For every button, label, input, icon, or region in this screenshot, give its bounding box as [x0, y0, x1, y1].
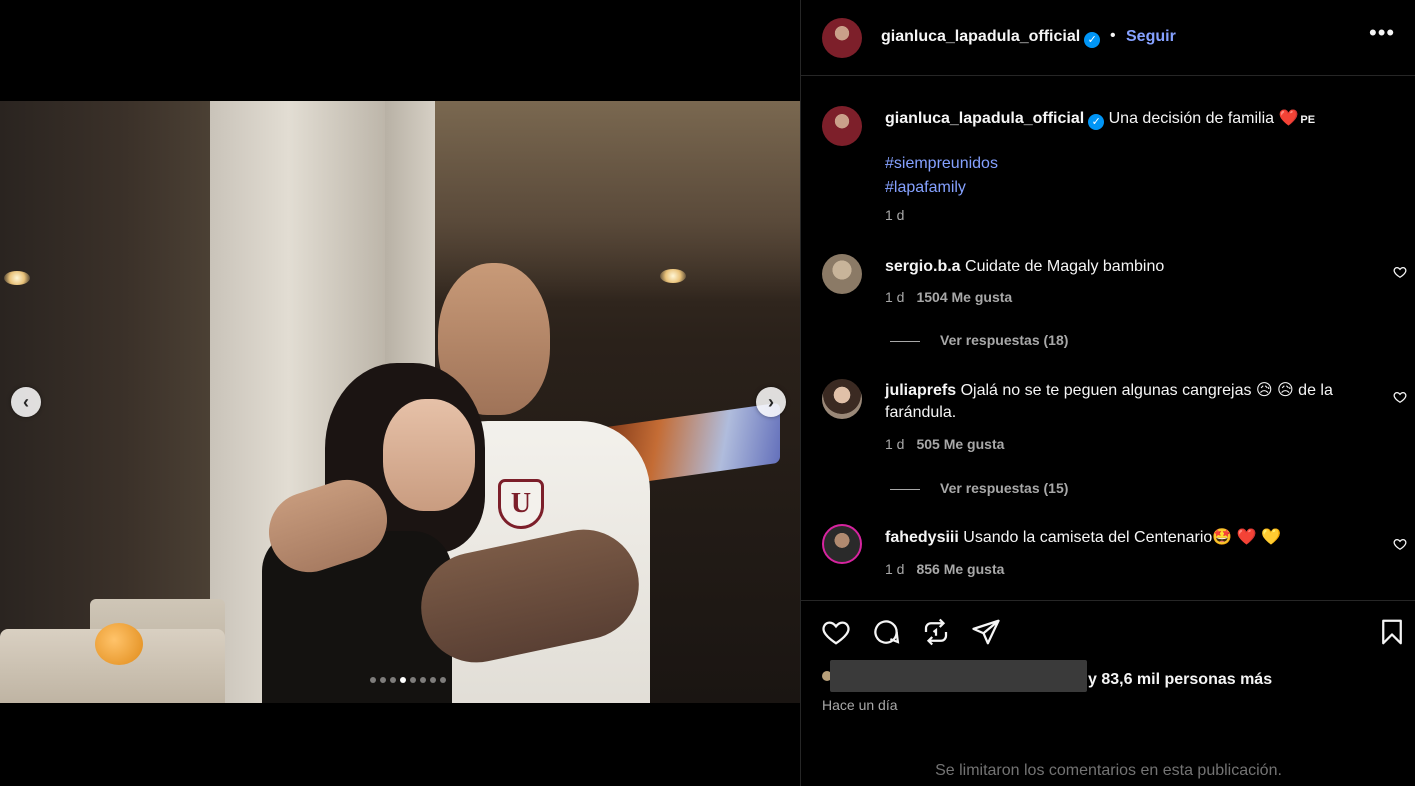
comment-time: 1 d: [885, 561, 905, 577]
comments-limited-notice: Se limitaron los comentarios en esta pub…: [935, 762, 1282, 779]
verified-icon: ✓: [1088, 114, 1105, 130]
avatar[interactable]: [822, 379, 862, 419]
post-header: gianluca_lapadula_official ✓ • Seguir •••: [801, 0, 1415, 76]
action-bar: [801, 600, 1415, 786]
comment-text: fahedysiii Usando la camiseta del Centen…: [885, 527, 1365, 549]
carousel-next-button[interactable]: ›: [756, 387, 786, 417]
photo-lamp: [4, 271, 30, 285]
avatar[interactable]: [822, 524, 862, 564]
share-icon[interactable]: [971, 617, 1003, 649]
carousel-dot: [370, 677, 376, 683]
heart-emoji: ❤️: [1278, 110, 1299, 127]
comment-likes[interactable]: 1504 Me gusta: [916, 289, 1012, 305]
heart-icon[interactable]: [1393, 265, 1407, 282]
header-username[interactable]: gianluca_lapadula_official ✓: [881, 28, 1101, 48]
comment-username[interactable]: juliaprefs: [885, 382, 956, 399]
replies-line: [890, 340, 920, 342]
avatar[interactable]: [822, 254, 862, 294]
caption-text: Una decisión de familia: [1108, 110, 1275, 127]
photo-balloon: [95, 623, 143, 665]
carousel-dot: [380, 677, 386, 683]
comment-text: juliaprefs Ojalá no se te peguen algunas…: [885, 380, 1365, 424]
carousel-dot: [440, 677, 446, 683]
comment-likes[interactable]: 856 Me gusta: [916, 561, 1004, 577]
comment-icon[interactable]: [871, 617, 903, 649]
comment-time: 1 d: [885, 436, 905, 452]
comment-time: 1 d: [885, 289, 905, 305]
comment-meta: 1 d 1504 Me gusta: [885, 289, 1012, 305]
hashtag-link[interactable]: #lapafamily: [885, 176, 998, 200]
carousel-dot: [430, 677, 436, 683]
replies-line: [890, 488, 920, 490]
carousel-dot: [390, 677, 396, 683]
heart-icon[interactable]: [821, 617, 853, 649]
comment-body: Cuidate de Magaly bambino: [965, 258, 1165, 275]
comment-meta: 1 d 856 Me gusta: [885, 561, 1004, 577]
hashtag-link[interactable]: #siempreunidos: [885, 152, 998, 176]
view-replies-button[interactable]: Ver respuestas (15): [890, 480, 1068, 496]
comment-likes[interactable]: 505 Me gusta: [916, 436, 1004, 452]
flag-peru: PE: [1300, 114, 1316, 126]
view-replies-button[interactable]: Ver respuestas (18): [890, 332, 1068, 348]
follow-button[interactable]: Seguir: [1126, 28, 1176, 46]
view-replies-label[interactable]: Ver respuestas (15): [940, 480, 1068, 496]
bookmark-icon[interactable]: [1377, 617, 1409, 649]
comment-meta: 1 d 505 Me gusta: [885, 436, 1004, 452]
carousel-dots: [370, 677, 446, 683]
likes-summary[interactable]: y 83,6 mil personas más: [1088, 671, 1272, 689]
comment-username[interactable]: sergio.b.a: [885, 258, 961, 275]
blurred-liker-name: [830, 660, 1087, 692]
photo-shirt-crest: [498, 479, 544, 529]
photo-lamp: [660, 269, 686, 283]
caption-username[interactable]: gianluca_lapadula_official: [885, 110, 1084, 127]
caption-time: 1 d: [885, 207, 905, 223]
avatar[interactable]: [822, 18, 862, 58]
more-icon[interactable]: •••: [1369, 20, 1395, 46]
verified-icon: ✓: [1084, 32, 1101, 48]
header-username-text[interactable]: gianluca_lapadula_official: [881, 28, 1080, 45]
carousel-dot: [420, 677, 426, 683]
caption: gianluca_lapadula_official ✓ Una decisión…: [885, 109, 1385, 130]
view-replies-label[interactable]: Ver respuestas (18): [940, 332, 1068, 348]
photo-woman-face: [383, 399, 475, 511]
media-viewer: ‹ ›: [0, 0, 800, 786]
separator-dot: •: [1110, 27, 1116, 44]
comment-body: Usando la camiseta del Centenario🤩 ❤️ 💛: [963, 529, 1281, 546]
carousel-dot: [400, 677, 406, 683]
post-photo[interactable]: [0, 101, 800, 703]
post-timestamp: Hace un día: [822, 697, 898, 713]
heart-icon[interactable]: [1393, 537, 1407, 554]
hashtag-list: #siempreunidos #lapafamily: [885, 152, 998, 200]
post-side-panel: gianluca_lapadula_official ✓ • Seguir •••…: [800, 0, 1415, 786]
heart-icon[interactable]: [1393, 390, 1407, 407]
carousel-dot: [410, 677, 416, 683]
comment-username[interactable]: fahedysiii: [885, 529, 959, 546]
comment-text: sergio.b.a Cuidate de Magaly bambino: [885, 256, 1365, 278]
carousel-prev-button[interactable]: ‹: [11, 387, 41, 417]
repost-icon[interactable]: [921, 617, 953, 649]
caption-avatar[interactable]: [822, 106, 862, 146]
